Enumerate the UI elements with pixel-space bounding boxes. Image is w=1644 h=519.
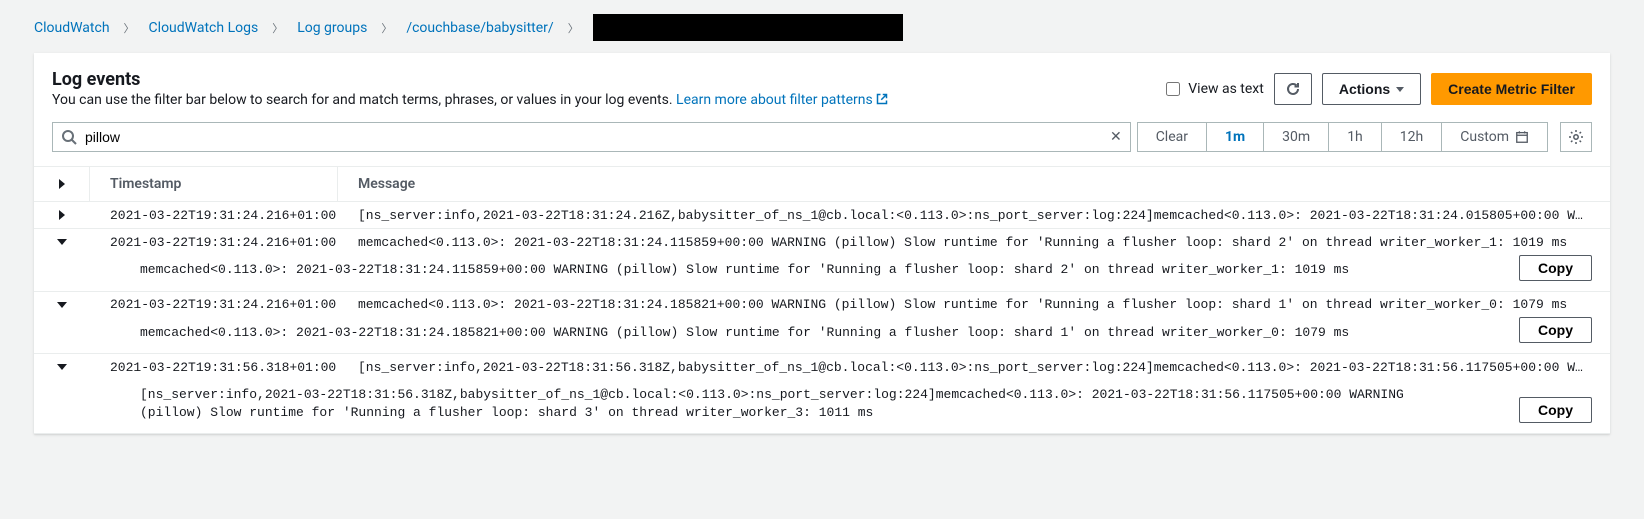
expand-row-toggle[interactable] [34,210,90,220]
table-header: Timestamp Message [34,166,1610,202]
time-range-30m[interactable]: 30m [1264,123,1329,151]
settings-button[interactable] [1560,122,1592,152]
log-row-detail: memcached<0.113.0>: 2021-03-22T18:31:24.… [34,318,1610,354]
view-as-text-label: View as text [1188,81,1264,97]
log-table: Timestamp Message 2021-03-22T19:31:24.21… [34,166,1610,434]
search-icon [61,129,77,145]
breadcrumb-link[interactable]: CloudWatch [34,20,110,36]
table-row: 2021-03-22T19:31:24.216+01:00[ns_server:… [34,202,1610,229]
chevron-right-icon: 〉 [272,20,283,36]
copy-button[interactable]: Copy [1519,317,1592,343]
breadcrumb-link[interactable]: /couchbase/babysitter/ [406,20,553,36]
log-message-summary: memcached<0.113.0>: 2021-03-22T18:31:24.… [338,235,1610,250]
table-row: 2021-03-22T19:31:24.216+01:00memcached<0… [34,292,1610,355]
header-actions: View as text Actions Create Metric Filte… [1166,73,1592,105]
log-row-main: 2021-03-22T19:31:24.216+01:00memcached<0… [34,292,1610,318]
refresh-button[interactable] [1274,73,1312,105]
time-range-custom[interactable]: Custom [1442,123,1547,151]
copy-button[interactable]: Copy [1519,255,1592,281]
log-row-detail: memcached<0.113.0>: 2021-03-22T18:31:24.… [34,255,1610,291]
table-row: 2021-03-22T19:31:24.216+01:00memcached<0… [34,229,1610,292]
page-title: Log events [52,69,888,90]
expand-row-toggle[interactable] [34,302,90,308]
help-link[interactable]: Learn more about filter patterns [676,92,888,108]
search-input-wrapper: ✕ [52,122,1131,152]
breadcrumb-link[interactable]: CloudWatch Logs [149,20,259,36]
time-range-clear[interactable]: Clear [1138,123,1207,151]
breadcrumb-link[interactable]: Log groups [297,20,367,36]
external-link-icon [876,93,888,105]
chevron-right-icon [59,210,65,220]
column-header-timestamp[interactable]: Timestamp [90,167,338,201]
page-subtitle: You can use the filter bar below to sear… [52,92,888,108]
log-row-detail: [ns_server:info,2021-03-22T18:31:56.318Z… [34,380,1610,433]
chevron-right-icon: 〉 [124,20,135,36]
log-message-summary: [ns_server:info,2021-03-22T18:31:56.318Z… [338,360,1610,375]
panel-header: Log events You can use the filter bar be… [34,53,1610,108]
expand-row-toggle[interactable] [34,364,90,370]
chevron-down-icon [57,239,67,245]
log-message-full: [ns_server:info,2021-03-22T18:31:56.318Z… [140,386,1592,421]
log-message-full: memcached<0.113.0>: 2021-03-22T18:31:24.… [140,324,1592,342]
breadcrumb: CloudWatch 〉 CloudWatch Logs 〉 Log group… [0,0,1644,53]
log-row-main: 2021-03-22T19:31:56.318+01:00[ns_server:… [34,354,1610,380]
view-as-text-toggle[interactable]: View as text [1166,81,1264,97]
search-input[interactable] [77,123,1110,151]
chevron-right-icon: 〉 [568,20,579,36]
chevron-down-icon [57,302,67,308]
log-message-full: memcached<0.113.0>: 2021-03-22T18:31:24.… [140,261,1592,279]
time-range-1m[interactable]: 1m [1207,123,1264,151]
chevron-right-icon: 〉 [381,20,392,36]
gear-icon [1568,129,1584,145]
time-range-12h[interactable]: 12h [1382,123,1442,151]
copy-button[interactable]: Copy [1519,397,1592,423]
log-timestamp: 2021-03-22T19:31:24.216+01:00 [90,208,338,223]
log-events-panel: Log events You can use the filter bar be… [34,53,1610,434]
panel-title-block: Log events You can use the filter bar be… [52,69,888,108]
breadcrumb-current-redacted [593,14,903,41]
log-row-main: 2021-03-22T19:31:24.216+01:00[ns_server:… [34,202,1610,228]
actions-button[interactable]: Actions [1322,73,1421,105]
filter-row: ✕ Clear 1m 30m 1h 12h Custom [34,108,1610,166]
chevron-right-icon [59,179,65,189]
column-header-message[interactable]: Message [338,176,1610,192]
time-range-tabs: Clear 1m 30m 1h 12h Custom [1137,122,1548,152]
log-timestamp: 2021-03-22T19:31:24.216+01:00 [90,297,338,312]
expand-row-toggle[interactable] [34,239,90,245]
chevron-down-icon [57,364,67,370]
chevron-down-icon [1396,87,1404,92]
expand-all-toggle[interactable] [34,167,90,201]
clear-search-button[interactable]: ✕ [1110,129,1122,145]
refresh-icon [1285,81,1301,97]
create-metric-filter-button[interactable]: Create Metric Filter [1431,73,1592,105]
log-timestamp: 2021-03-22T19:31:56.318+01:00 [90,360,338,375]
log-timestamp: 2021-03-22T19:31:24.216+01:00 [90,235,338,250]
log-message-summary: [ns_server:info,2021-03-22T18:31:24.216Z… [338,208,1610,223]
view-as-text-checkbox[interactable] [1166,82,1180,96]
time-range-1h[interactable]: 1h [1329,123,1382,151]
calendar-icon [1515,130,1529,144]
log-row-main: 2021-03-22T19:31:24.216+01:00memcached<0… [34,229,1610,255]
table-row: 2021-03-22T19:31:56.318+01:00[ns_server:… [34,354,1610,434]
log-message-summary: memcached<0.113.0>: 2021-03-22T18:31:24.… [338,297,1610,312]
